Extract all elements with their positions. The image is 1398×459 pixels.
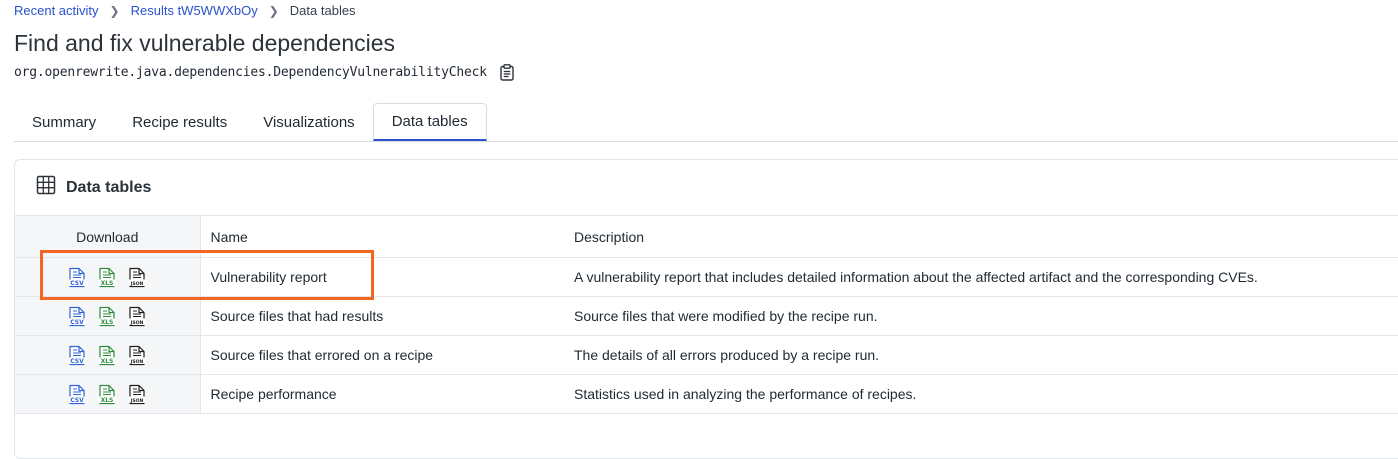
tab-data-tables[interactable]: Data tables — [372, 103, 487, 141]
recipe-id: org.openrewrite.java.dependencies.Depend… — [14, 64, 487, 80]
breadcrumb: Recent activity ❯ Results tW5WWXbOy ❯ Da… — [14, 2, 356, 20]
svg-text:XLS: XLS — [101, 397, 114, 404]
table-header-row: Download Name Description — [15, 215, 1398, 258]
xls-file-icon[interactable]: XLS — [98, 306, 116, 327]
download-cell: CSV XLS JSON — [15, 296, 201, 336]
xls-file-icon[interactable]: XLS — [98, 384, 116, 405]
column-header-download: Download — [15, 215, 201, 258]
tab-summary[interactable]: Summary — [14, 103, 114, 141]
tab-recipe-results[interactable]: Recipe results — [114, 103, 245, 141]
svg-text:JSON: JSON — [130, 281, 144, 287]
svg-text:JSON: JSON — [130, 320, 144, 326]
download-cell: CSV XLS JSON — [15, 257, 201, 297]
data-table-description: Statistics used in analyzing the perform… — [565, 374, 1398, 414]
csv-file-icon[interactable]: CSV — [68, 267, 86, 288]
download-icons: CSV XLS JSON — [15, 345, 200, 366]
csv-file-icon[interactable]: CSV — [68, 306, 86, 327]
clipboard-icon[interactable] — [498, 62, 516, 82]
download-icons: CSV XLS JSON — [15, 306, 200, 327]
csv-file-icon[interactable]: CSV — [68, 384, 86, 405]
data-table-description: Source files that were modified by the r… — [565, 296, 1398, 336]
panel-title: Data tables — [66, 178, 152, 196]
column-header-name: Name — [200, 215, 565, 258]
json-file-icon[interactable]: JSON — [128, 384, 146, 405]
csv-file-icon[interactable]: CSV — [68, 345, 86, 366]
tab-visualizations[interactable]: Visualizations — [245, 103, 372, 141]
page-title: Find and fix vulnerable dependencies — [14, 30, 396, 56]
tab-divider — [14, 141, 1398, 142]
chevron-right-icon: ❯ — [109, 4, 120, 18]
chevron-right-icon: ❯ — [268, 4, 279, 18]
column-header-description: Description — [565, 215, 1398, 258]
svg-text:XLS: XLS — [101, 280, 114, 287]
svg-text:CSV: CSV — [71, 358, 85, 365]
svg-text:XLS: XLS — [101, 358, 114, 365]
svg-text:JSON: JSON — [130, 359, 144, 365]
svg-text:JSON: JSON — [130, 398, 144, 404]
breadcrumb-recent-activity[interactable]: Recent activity — [14, 2, 99, 20]
json-file-icon[interactable]: JSON — [128, 345, 146, 366]
breadcrumb-current: Data tables — [289, 3, 356, 18]
svg-text:CSV: CSV — [71, 280, 85, 287]
json-file-icon[interactable]: JSON — [128, 267, 146, 288]
data-table-description: The details of all errors produced by a … — [565, 335, 1398, 375]
data-table-name: Recipe performance — [200, 374, 565, 414]
data-table-name: Source files that errored on a recipe — [200, 335, 565, 375]
table-grid-icon — [36, 175, 56, 200]
panel-header: Data tables — [15, 160, 1398, 215]
json-file-icon[interactable]: JSON — [128, 306, 146, 327]
table-row: CSV XLS JSON Recipe performance Statistics u… — [15, 374, 1398, 414]
breadcrumb-results[interactable]: Results tW5WWXbOy — [131, 2, 258, 20]
svg-text:CSV: CSV — [71, 397, 85, 404]
download-cell: CSV XLS JSON — [15, 335, 201, 375]
download-icons: CSV XLS JSON — [15, 267, 200, 288]
data-table-name: Vulnerability report — [200, 257, 565, 297]
download-icons: CSV XLS JSON — [15, 384, 200, 405]
data-tables-table: Download Name Description CSV XLS JSON Vuln… — [15, 215, 1398, 414]
svg-text:CSV: CSV — [71, 319, 85, 326]
svg-text:XLS: XLS — [101, 319, 114, 326]
table-row: CSV XLS JSON Vulnerability report A vulnerab… — [15, 257, 1398, 297]
recipe-id-row: org.openrewrite.java.dependencies.Depend… — [14, 62, 516, 82]
xls-file-icon[interactable]: XLS — [98, 345, 116, 366]
table-row: CSV XLS JSON Source files that had results S… — [15, 296, 1398, 336]
tab-bar: Summary Recipe results Visualizations Da… — [14, 103, 487, 141]
xls-file-icon[interactable]: XLS — [98, 267, 116, 288]
data-table-name: Source files that had results — [200, 296, 565, 336]
data-table-description: A vulnerability report that includes det… — [565, 257, 1398, 297]
table-row: CSV XLS JSON Source files that errored on a… — [15, 335, 1398, 375]
download-cell: CSV XLS JSON — [15, 374, 201, 414]
data-tables-panel: Data tables Download Name Description CS… — [14, 159, 1398, 459]
